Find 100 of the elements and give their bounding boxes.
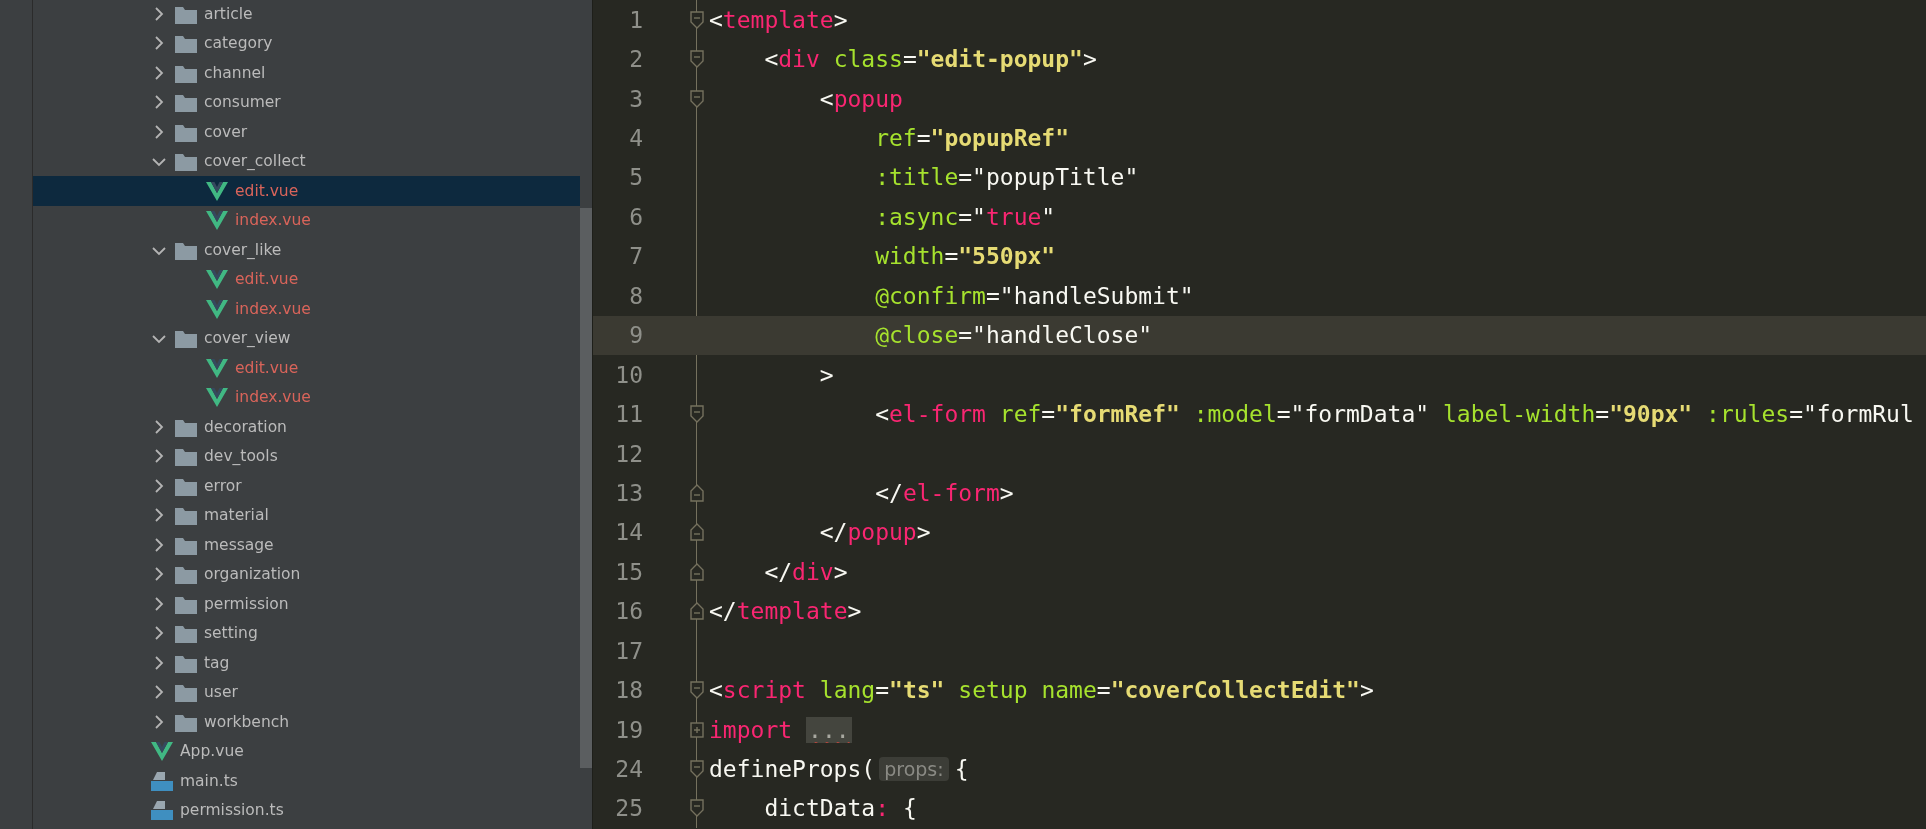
tree-row[interactable]: permission.ts bbox=[33, 795, 580, 825]
line-number: 2 bbox=[628, 46, 643, 73]
code-text: @close="handleClose" bbox=[874, 322, 1153, 349]
code-text: @confirm="handleSubmit" bbox=[874, 282, 1194, 309]
tree-row[interactable]: cover_like bbox=[33, 235, 580, 265]
typescript-file-icon bbox=[151, 770, 173, 791]
tree-row[interactable]: article bbox=[33, 0, 580, 29]
code-text: :async="true" bbox=[874, 203, 1056, 230]
tree-row[interactable]: user bbox=[33, 677, 580, 707]
fold-marker-icon[interactable] bbox=[690, 405, 704, 424]
file-name: article bbox=[204, 4, 253, 23]
file-name: user bbox=[204, 683, 238, 702]
inlay-hint: props: bbox=[879, 757, 949, 782]
code-text: dictData: { bbox=[763, 795, 917, 822]
tree-row[interactable]: App.vue bbox=[33, 736, 580, 766]
file-name: edit.vue bbox=[235, 181, 299, 200]
tree-row[interactable]: index.vue bbox=[33, 294, 580, 324]
code-text: <script lang="ts" setup name="coverCollectEdit"> bbox=[709, 677, 1374, 704]
file-name: category bbox=[204, 34, 273, 53]
tree-row[interactable]: consumer bbox=[33, 87, 580, 117]
fold-marker-icon[interactable] bbox=[690, 799, 704, 818]
tree-row[interactable]: organization bbox=[33, 559, 580, 589]
line-number: 7 bbox=[628, 243, 643, 270]
tree-row[interactable]: setting bbox=[33, 618, 580, 648]
file-name: cover_view bbox=[204, 329, 291, 348]
file-name: channel bbox=[204, 63, 266, 82]
tree-row[interactable]: error bbox=[33, 471, 580, 501]
tree-row[interactable]: index.vue bbox=[33, 382, 580, 412]
fold-marker-icon[interactable] bbox=[690, 89, 704, 108]
scrollbar-thumb[interactable] bbox=[580, 208, 592, 768]
fold-marker-icon[interactable] bbox=[690, 523, 704, 542]
tree-row[interactable]: cover_view bbox=[33, 323, 580, 353]
file-name: index.vue bbox=[235, 211, 311, 230]
vue-file-icon bbox=[151, 741, 173, 762]
code-text: </popup> bbox=[818, 519, 931, 546]
vue-file-icon bbox=[206, 269, 228, 290]
line-number: 17 bbox=[614, 637, 643, 664]
code-text: :title="popupTitle" bbox=[874, 164, 1139, 191]
line-number: 6 bbox=[628, 203, 643, 230]
fold-marker-icon[interactable] bbox=[690, 602, 704, 621]
code-text: <template> bbox=[709, 6, 848, 33]
file-name: setting bbox=[204, 624, 258, 643]
line-number: 13 bbox=[614, 479, 643, 506]
vue-file-icon bbox=[206, 387, 228, 408]
code-text: width="550px" bbox=[874, 243, 1056, 270]
tree-row[interactable]: material bbox=[33, 500, 580, 530]
file-name: main.ts bbox=[180, 771, 238, 790]
tree-row[interactable]: permission bbox=[33, 589, 580, 619]
line-number: 16 bbox=[614, 598, 643, 625]
fold-marker-icon[interactable] bbox=[690, 50, 704, 69]
vue-file-icon bbox=[206, 180, 228, 201]
tree-row[interactable]: main.ts bbox=[33, 766, 580, 796]
code-text: { bbox=[954, 756, 969, 783]
file-name: permission.ts bbox=[180, 801, 284, 820]
folder-icon bbox=[175, 33, 197, 54]
code-text: </el-form> bbox=[874, 479, 1014, 506]
fold-marker-icon[interactable] bbox=[690, 562, 704, 581]
tree-row[interactable]: channel bbox=[33, 58, 580, 88]
tree-row[interactable]: tag bbox=[33, 648, 580, 678]
file-name: edit.vue bbox=[235, 270, 299, 289]
line-number: 25 bbox=[614, 795, 643, 822]
fold-marker-icon[interactable] bbox=[690, 760, 704, 779]
expand-fold-icon[interactable] bbox=[690, 720, 704, 739]
file-name: decoration bbox=[204, 417, 287, 436]
code-text: </template> bbox=[709, 598, 862, 625]
file-name: organization bbox=[204, 565, 301, 584]
tree-row[interactable]: cover_collect bbox=[33, 146, 580, 176]
line-number: 24 bbox=[614, 756, 643, 783]
code-text: <el-form ref="formRef" :model="formData" label-width="90px" :rules="formRul bbox=[874, 401, 1914, 428]
tree-row[interactable]: index.vue bbox=[33, 205, 580, 235]
tree-row[interactable]: category bbox=[33, 28, 580, 58]
file-name: edit.vue bbox=[235, 358, 299, 377]
code-text: </div> bbox=[763, 558, 848, 585]
line-number: 12 bbox=[614, 440, 643, 467]
tree-row[interactable]: workbench bbox=[33, 707, 580, 737]
tree-row[interactable]: dev_tools bbox=[33, 441, 580, 471]
folder-icon bbox=[175, 446, 197, 467]
tree-row[interactable]: edit.vue bbox=[33, 353, 580, 383]
tree-row[interactable]: cover bbox=[33, 117, 580, 147]
line-number: 19 bbox=[614, 716, 643, 743]
folded-code-marker[interactable]: ... bbox=[806, 716, 852, 743]
typescript-file-icon bbox=[151, 800, 173, 821]
tree-row[interactable]: message bbox=[33, 530, 580, 560]
tree-row[interactable]: edit.vue bbox=[33, 264, 580, 294]
file-name: dev_tools bbox=[204, 447, 278, 466]
line-number: 4 bbox=[628, 125, 643, 152]
vue-file-icon bbox=[206, 357, 228, 378]
file-name: App.vue bbox=[180, 742, 244, 761]
fold-marker-icon[interactable] bbox=[690, 10, 704, 29]
file-name: permission bbox=[204, 594, 289, 613]
fold-marker-icon[interactable] bbox=[690, 681, 704, 700]
fold-marker-icon[interactable] bbox=[690, 483, 704, 502]
tree-row[interactable]: edit.vue bbox=[33, 176, 580, 206]
file-name: cover_collect bbox=[204, 152, 306, 171]
file-name: cover bbox=[204, 122, 248, 141]
tree-row[interactable]: decoration bbox=[33, 412, 580, 442]
code-text: <popup bbox=[818, 85, 903, 112]
file-name: cover_like bbox=[204, 240, 282, 259]
code-text: <div class="edit-popup"> bbox=[763, 46, 1097, 73]
folder-icon bbox=[175, 623, 197, 644]
